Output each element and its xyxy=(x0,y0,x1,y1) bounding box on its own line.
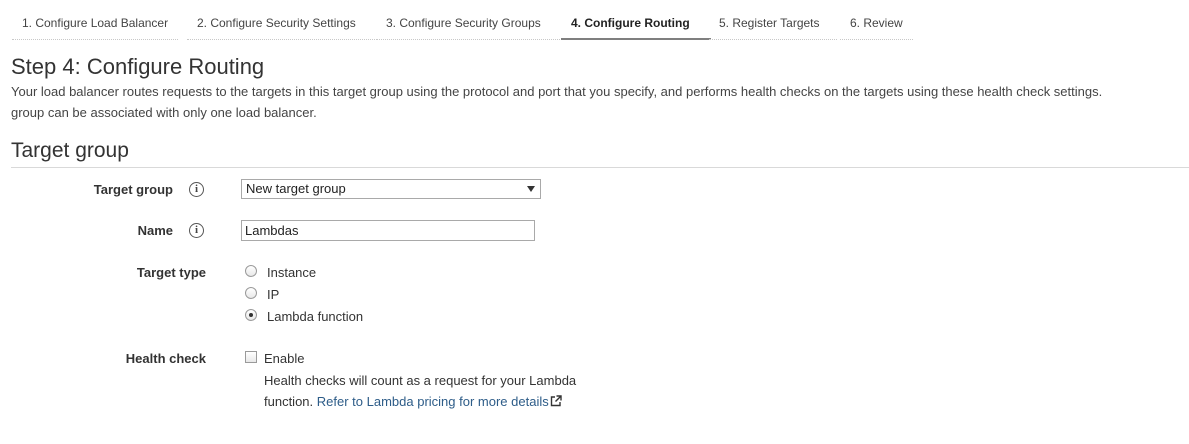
target-type-ip-label[interactable]: IP xyxy=(267,287,279,302)
wizard-steps: 1. Configure Load Balancer 2. Configure … xyxy=(12,9,1182,41)
name-input[interactable] xyxy=(241,220,535,241)
section-title-target-group: Target group xyxy=(11,139,129,162)
chevron-down-icon xyxy=(527,186,535,192)
target-group-select[interactable]: New target group xyxy=(241,179,541,199)
external-link-icon xyxy=(550,392,562,413)
tab-configure-security-settings[interactable]: 2. Configure Security Settings xyxy=(187,9,377,40)
health-check-label: Health check xyxy=(125,351,206,366)
health-check-help: Health checks will count as a request fo… xyxy=(264,370,594,413)
description-line-1: Your load balancer routes requests to th… xyxy=(11,84,1103,99)
info-icon[interactable]: i xyxy=(189,223,204,238)
description-line-2: group can be associated with only one lo… xyxy=(11,105,317,120)
target-type-ip-radio[interactable] xyxy=(245,287,257,299)
target-type-label: Target type xyxy=(136,265,206,280)
tab-configure-routing[interactable]: 4. Configure Routing xyxy=(561,9,711,40)
page-title: Step 4: Configure Routing xyxy=(11,54,265,79)
target-group-label: Target group xyxy=(93,182,173,197)
page-description: Your load balancer routes requests to th… xyxy=(11,81,1187,123)
info-icon[interactable]: i xyxy=(189,182,204,197)
tab-review[interactable]: 6. Review xyxy=(840,9,913,40)
section-divider xyxy=(11,167,1189,168)
tab-configure-load-balancer[interactable]: 1. Configure Load Balancer xyxy=(12,9,178,40)
target-type-instance-radio[interactable] xyxy=(245,265,257,277)
tab-register-targets[interactable]: 5. Register Targets xyxy=(709,9,837,40)
lambda-pricing-link[interactable]: Refer to Lambda pricing for more details xyxy=(317,394,562,409)
tab-configure-security-groups[interactable]: 3. Configure Security Groups xyxy=(376,9,562,40)
target-type-lambda-label[interactable]: Lambda function xyxy=(267,309,363,324)
target-type-instance-label[interactable]: Instance xyxy=(267,265,316,280)
name-label: Name xyxy=(137,223,173,238)
health-check-enable-checkbox[interactable] xyxy=(245,351,257,363)
target-type-lambda-radio[interactable] xyxy=(245,309,257,321)
health-check-enable-label[interactable]: Enable xyxy=(264,351,304,366)
target-group-selected-value: New target group xyxy=(246,181,346,196)
